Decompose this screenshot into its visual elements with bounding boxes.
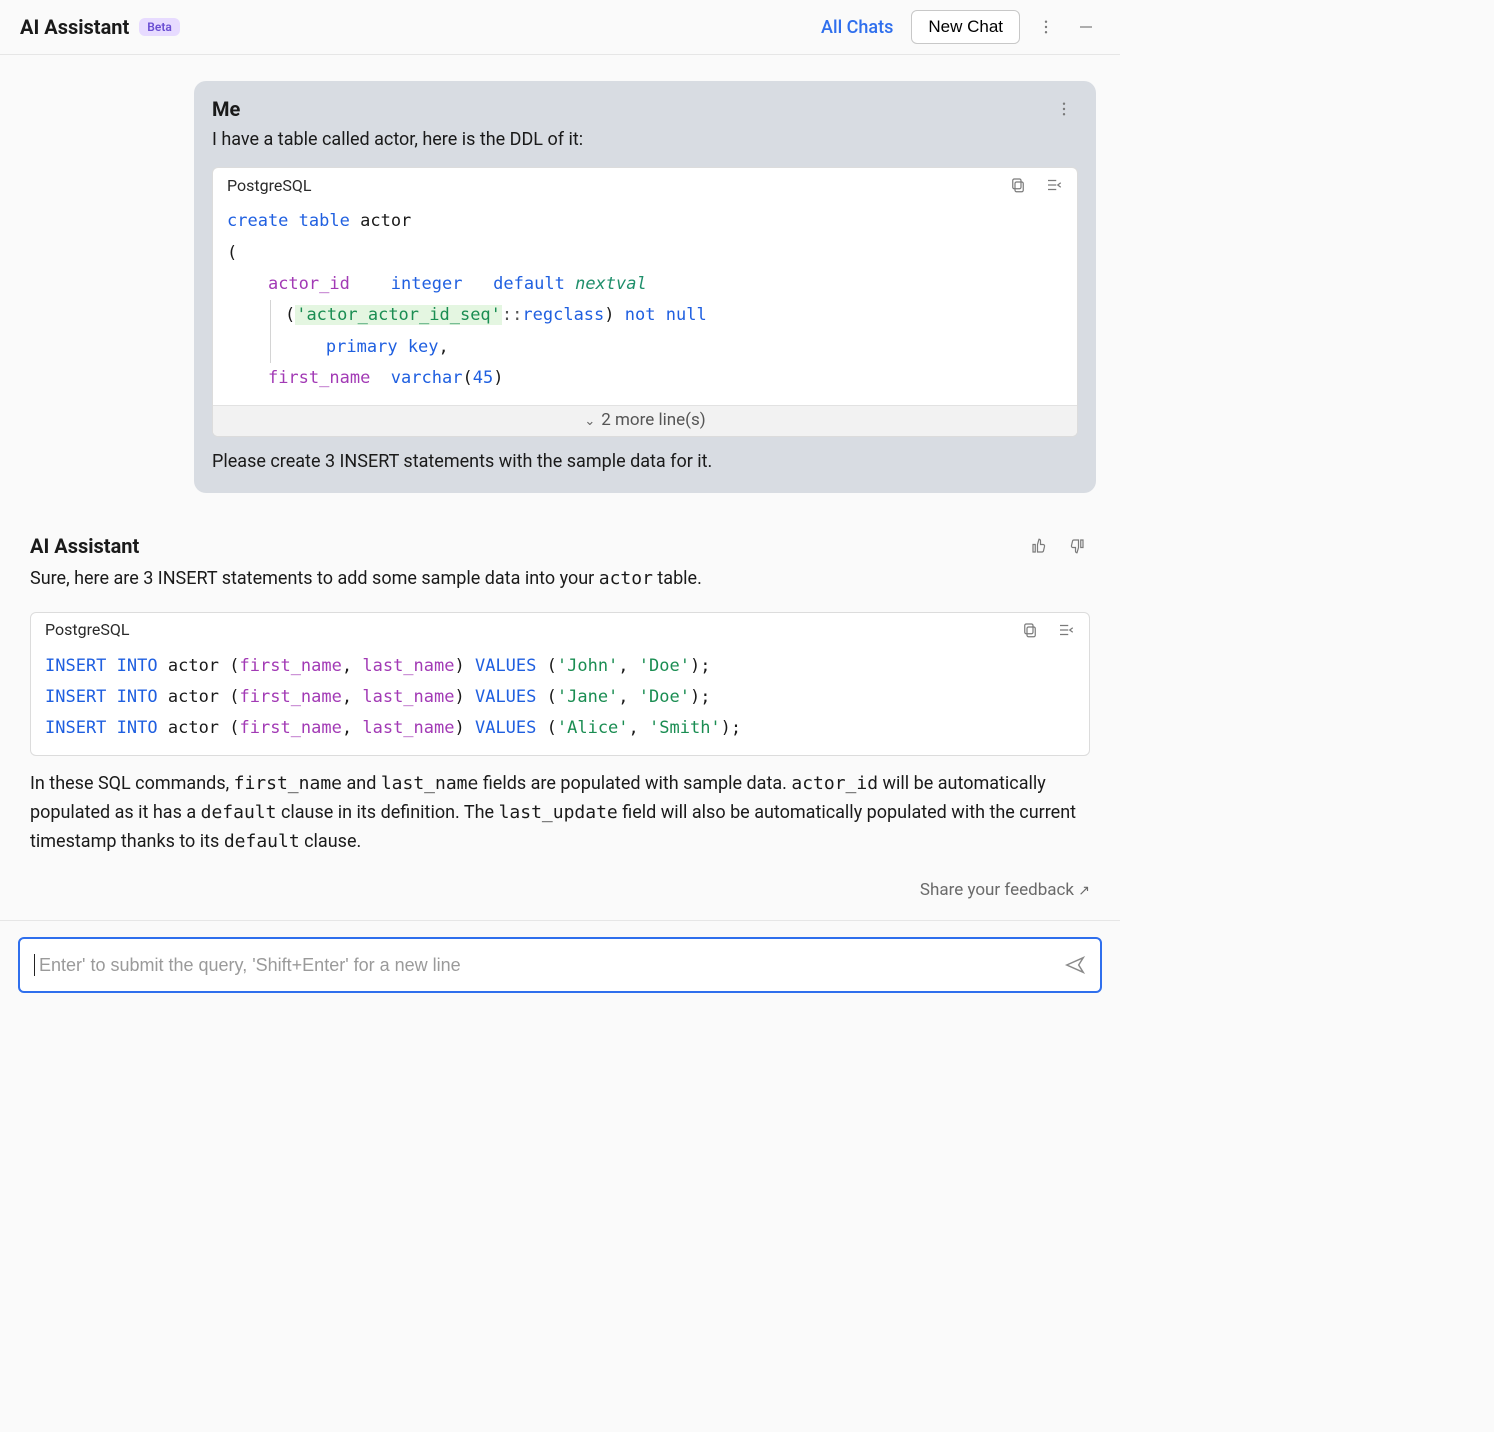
all-chats-link[interactable]: All Chats xyxy=(815,13,899,42)
chat-input-box[interactable] xyxy=(18,937,1102,993)
feedback-link[interactable]: Share your feedback ↗ xyxy=(24,880,1096,910)
chevron-down-icon: ⌄ xyxy=(584,414,595,429)
header-left: AI Assistant Beta xyxy=(20,15,180,39)
insert-code-icon[interactable] xyxy=(1055,619,1077,641)
ai-code-block: PostgreSQL INSERT INTO actor (first_name… xyxy=(30,612,1090,756)
minimize-icon[interactable] xyxy=(1072,13,1100,41)
input-area xyxy=(0,920,1120,1015)
user-code-block: PostgreSQL create table actor ( actor_id… xyxy=(212,167,1078,437)
ai-insert-code: INSERT INTO actor (first_name, last_name… xyxy=(31,645,1089,755)
insert-code-icon[interactable] xyxy=(1043,174,1065,196)
user-msg-outro: Please create 3 INSERT statements with t… xyxy=(212,449,1078,475)
ai-explanation: In these SQL commands, first_name and la… xyxy=(30,770,1090,856)
ai-message: AI Assistant Sure, here are 3 INSERT sta… xyxy=(24,533,1096,857)
user-message: Me I have a table called actor, here is … xyxy=(194,81,1096,493)
beta-badge: Beta xyxy=(139,18,180,36)
more-icon[interactable] xyxy=(1032,13,1060,41)
user-author-label: Me xyxy=(212,97,240,121)
thumbs-down-icon[interactable] xyxy=(1064,533,1090,559)
user-msg-more-icon[interactable] xyxy=(1050,95,1078,123)
header: AI Assistant Beta All Chats New Chat xyxy=(0,0,1120,55)
app-title: AI Assistant xyxy=(20,15,129,39)
expand-code-button[interactable]: ⌄2 more line(s) xyxy=(213,405,1077,436)
user-msg-intro: I have a table called actor, here is the… xyxy=(212,127,1078,153)
copy-icon[interactable] xyxy=(1019,619,1041,641)
user-ddl-code: create table actor ( actor_id integer de… xyxy=(213,200,1077,405)
thumbs-up-icon[interactable] xyxy=(1026,533,1052,559)
copy-icon[interactable] xyxy=(1007,174,1029,196)
text-cursor xyxy=(34,954,35,976)
ai-reply-text: Sure, here are 3 INSERT statements to ad… xyxy=(30,565,1090,594)
code-language-label: PostgreSQL xyxy=(227,176,311,195)
ai-author-label: AI Assistant xyxy=(30,534,139,558)
new-chat-button[interactable]: New Chat xyxy=(911,10,1020,44)
send-icon[interactable] xyxy=(1064,954,1086,976)
code-language-label: PostgreSQL xyxy=(45,620,129,639)
header-right: All Chats New Chat xyxy=(815,10,1100,44)
external-link-icon: ↗ xyxy=(1078,883,1090,899)
chat-input[interactable] xyxy=(37,954,1064,977)
